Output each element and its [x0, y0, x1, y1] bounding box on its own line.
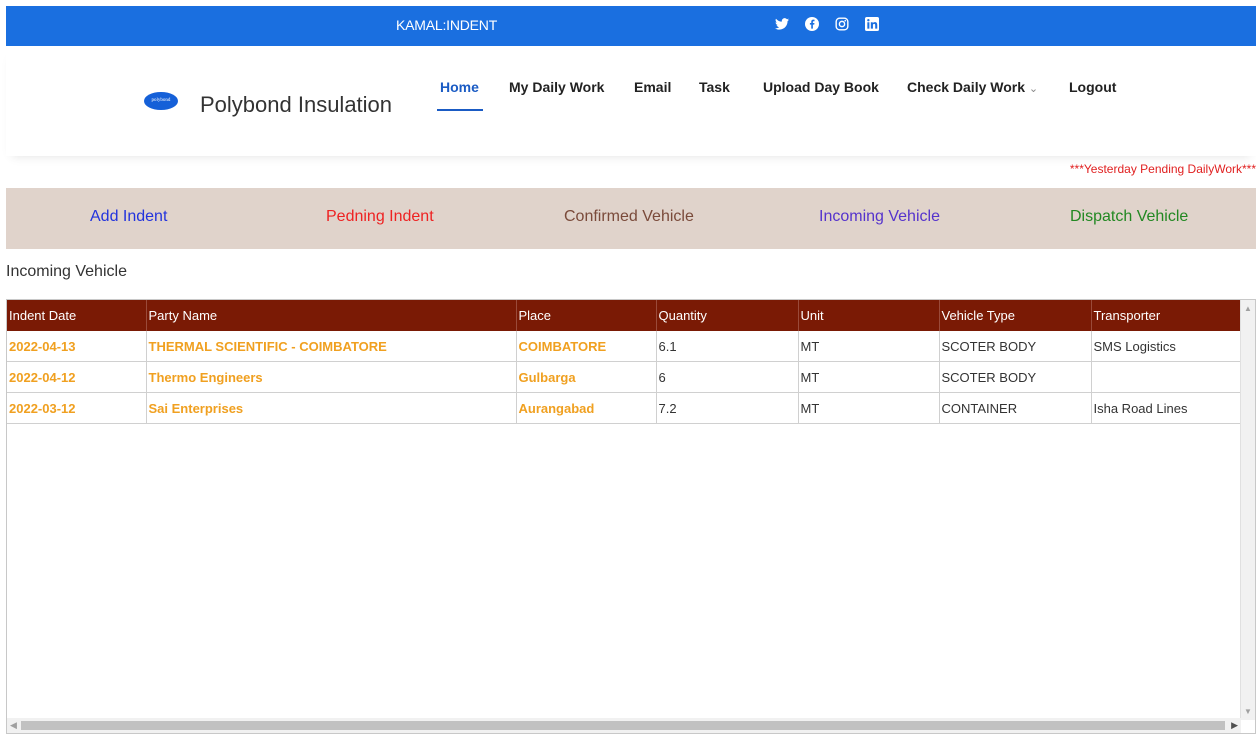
- cell-party-name: Sai Enterprises: [146, 392, 517, 424]
- cell-unit: MT: [798, 331, 940, 362]
- cell-vehicle-type: SCOTER BODY: [939, 331, 1092, 362]
- cell-transporter: SMS Logistics: [1091, 331, 1244, 362]
- cell-place: Gulbarga: [516, 361, 657, 393]
- nav-home[interactable]: Home: [440, 79, 479, 95]
- column-header[interactable]: Vehicle Type: [939, 300, 1092, 331]
- vehicle-table: Indent Date Party Name Place Quantity Un…: [7, 300, 1244, 424]
- user-label: KAMAL:INDENT: [396, 17, 498, 33]
- nav-task[interactable]: Task: [699, 79, 730, 95]
- horizontal-scrollbar[interactable]: ◀ ▶: [7, 718, 1241, 733]
- tab-add-indent[interactable]: Add Indent: [90, 208, 167, 226]
- nav-check-daily-work[interactable]: Check Daily Work ⌄: [907, 79, 1038, 95]
- cell-party-name: THERMAL SCIENTIFIC - COIMBATORE: [146, 331, 517, 362]
- tab-dispatch-vehicle[interactable]: Dispatch Vehicle: [1070, 208, 1188, 226]
- column-header[interactable]: Place: [516, 300, 657, 331]
- indent-tabs: Add Indent Pedning Indent Confirmed Vehi…: [6, 188, 1256, 249]
- cell-unit: MT: [798, 361, 940, 393]
- tab-pending-indent[interactable]: Pedning Indent: [326, 208, 434, 226]
- vertical-scrollbar[interactable]: ▲ ▼: [1240, 300, 1255, 720]
- brand-name[interactable]: Polybond Insulation: [200, 92, 392, 118]
- table-header-row: Indent Date Party Name Place Quantity Un…: [7, 300, 1244, 331]
- section-title: Incoming Vehicle: [6, 263, 127, 280]
- twitter-icon[interactable]: [772, 14, 792, 34]
- cell-indent-date: 2022-04-13: [7, 331, 147, 362]
- nav-active-underline: [437, 109, 483, 111]
- header: polybond Polybond Insulation Home My Dai…: [6, 46, 1256, 156]
- instagram-icon[interactable]: [832, 14, 852, 34]
- cell-indent-date: 2022-04-12: [7, 361, 147, 393]
- top-bar: KAMAL:INDENT: [6, 6, 1256, 46]
- scroll-up-icon[interactable]: ▲: [1244, 304, 1252, 313]
- cell-place: Aurangabad: [516, 392, 657, 424]
- brand-logo[interactable]: polybond: [144, 92, 178, 110]
- social-links: [772, 14, 882, 34]
- vehicle-table-container: Indent Date Party Name Place Quantity Un…: [6, 299, 1256, 734]
- scroll-left-icon[interactable]: ◀: [10, 720, 17, 731]
- column-header[interactable]: Unit: [798, 300, 940, 331]
- scroll-right-icon[interactable]: ▶: [1231, 720, 1238, 731]
- cell-quantity: 6: [656, 361, 799, 393]
- table-row[interactable]: 2022-03-12 Sai Enterprises Aurangabad 7.…: [7, 392, 1244, 424]
- cell-vehicle-type: CONTAINER: [939, 392, 1092, 424]
- cell-quantity: 6.1: [656, 331, 799, 362]
- column-header[interactable]: Indent Date: [7, 300, 147, 331]
- scroll-down-icon[interactable]: ▼: [1244, 707, 1252, 716]
- nav-my-daily-work[interactable]: My Daily Work: [509, 79, 604, 95]
- cell-party-name: Thermo Engineers: [146, 361, 517, 393]
- cell-unit: MT: [798, 392, 940, 424]
- tab-confirmed-vehicle[interactable]: Confirmed Vehicle: [564, 208, 694, 226]
- cell-quantity: 7.2: [656, 392, 799, 424]
- logo-text: polybond: [151, 98, 171, 103]
- cell-place: COIMBATORE: [516, 331, 657, 362]
- tab-incoming-vehicle[interactable]: Incoming Vehicle: [819, 208, 940, 226]
- column-header[interactable]: Transporter: [1091, 300, 1244, 331]
- nav-check-label: Check Daily Work: [907, 79, 1026, 95]
- cell-indent-date: 2022-03-12: [7, 392, 147, 424]
- cell-transporter: Isha Road Lines: [1091, 392, 1244, 424]
- cell-transporter: [1091, 361, 1244, 393]
- column-header[interactable]: Quantity: [656, 300, 799, 331]
- linkedin-icon[interactable]: [862, 14, 882, 34]
- column-header[interactable]: Party Name: [146, 300, 517, 331]
- table-row[interactable]: 2022-04-12 Thermo Engineers Gulbarga 6 M…: [7, 361, 1244, 393]
- nav-email[interactable]: Email: [634, 79, 671, 95]
- cell-vehicle-type: SCOTER BODY: [939, 361, 1092, 393]
- chevron-down-icon: ⌄: [1028, 83, 1039, 95]
- horizontal-scroll-thumb[interactable]: [21, 721, 1225, 730]
- facebook-icon[interactable]: [802, 14, 822, 34]
- pending-daily-work-notice[interactable]: ***Yesterday Pending DailyWork***: [1070, 162, 1256, 176]
- nav-upload-day-book[interactable]: Upload Day Book: [763, 79, 879, 95]
- nav-logout[interactable]: Logout: [1069, 79, 1116, 95]
- table-row[interactable]: 2022-04-13 THERMAL SCIENTIFIC - COIMBATO…: [7, 331, 1244, 362]
